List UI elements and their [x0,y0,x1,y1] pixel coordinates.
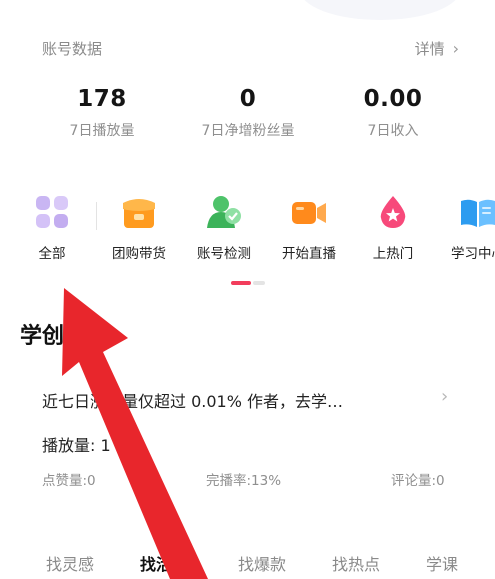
tool-label: 开始直播 [282,246,336,262]
account-data-header: 账号数据 详情 › [42,38,459,60]
tab-activities[interactable]: 找活动 [140,551,188,575]
tool-label: 账号检测 [197,246,251,262]
account-check-icon [206,194,242,230]
bottom-tab-bar: 找灵感 找活动 找爆款 找热点 学课 [0,551,495,579]
tools-pager [231,281,265,285]
tab-hits[interactable]: 找爆款 [238,551,286,575]
comments-metric: 评论量:0 [391,473,445,489]
tool-group-buy[interactable]: 团购带货 [98,194,180,262]
stat-label: 7日播放量 [69,123,135,139]
completion-metric: 完播率:13% [206,473,282,489]
stat-value: 0.00 [363,86,423,112]
tool-boost[interactable]: 上热门 [352,194,434,262]
tool-label: 团购带货 [112,246,166,262]
tab-inspiration[interactable]: 找灵感 [46,551,94,575]
stat-label: 7日收入 [367,123,419,139]
chevron-right-icon: › [452,39,459,58]
tool-label: 全部 [38,246,66,262]
section-title: 学创 [20,324,65,349]
tool-label: 上热门 [372,246,414,262]
grid-icon [34,194,70,230]
chevron-right-icon: › [441,386,449,407]
tab-courses[interactable]: 学课 [426,551,458,575]
account-stats: 178 7日播放量 0 7日净增粉丝量 0.00 7日收入 [0,86,495,146]
pager-dot [253,281,265,285]
stat-income[interactable]: 0.00 7日收入 [308,86,478,140]
tab-hot-topics[interactable]: 找热点 [332,551,380,575]
account-data-title: 账号数据 [42,40,103,58]
video-camera-icon [291,194,327,230]
pager-dot-active [231,281,251,285]
stat-plays[interactable]: 178 7日播放量 [17,86,187,140]
header-decoration [300,0,460,20]
fire-drop-icon [375,194,411,230]
details-link[interactable]: 详情 › [415,38,459,59]
stat-value: 178 [77,86,127,112]
store-icon [121,194,157,230]
tool-go-live[interactable]: 开始直播 [268,194,350,262]
tool-account-check[interactable]: 账号检测 [183,194,265,262]
likes-metric: 点赞量:0 [42,473,96,489]
book-icon [460,194,495,230]
growth-tip-link[interactable]: 近七日涨粉量仅超过 0.01% 作者，去学… [42,388,412,412]
details-label: 详情 [414,40,445,58]
tool-label: 学习中心 [451,246,495,262]
tool-learning-center[interactable]: 学习中心 [437,194,495,262]
tool-all[interactable]: 全部 [11,194,93,262]
plays-count: 播放量: 1 [42,436,111,455]
tools-row: 全部 团购带货 账号检测 开始直播 上热门 学习中 [0,194,495,274]
